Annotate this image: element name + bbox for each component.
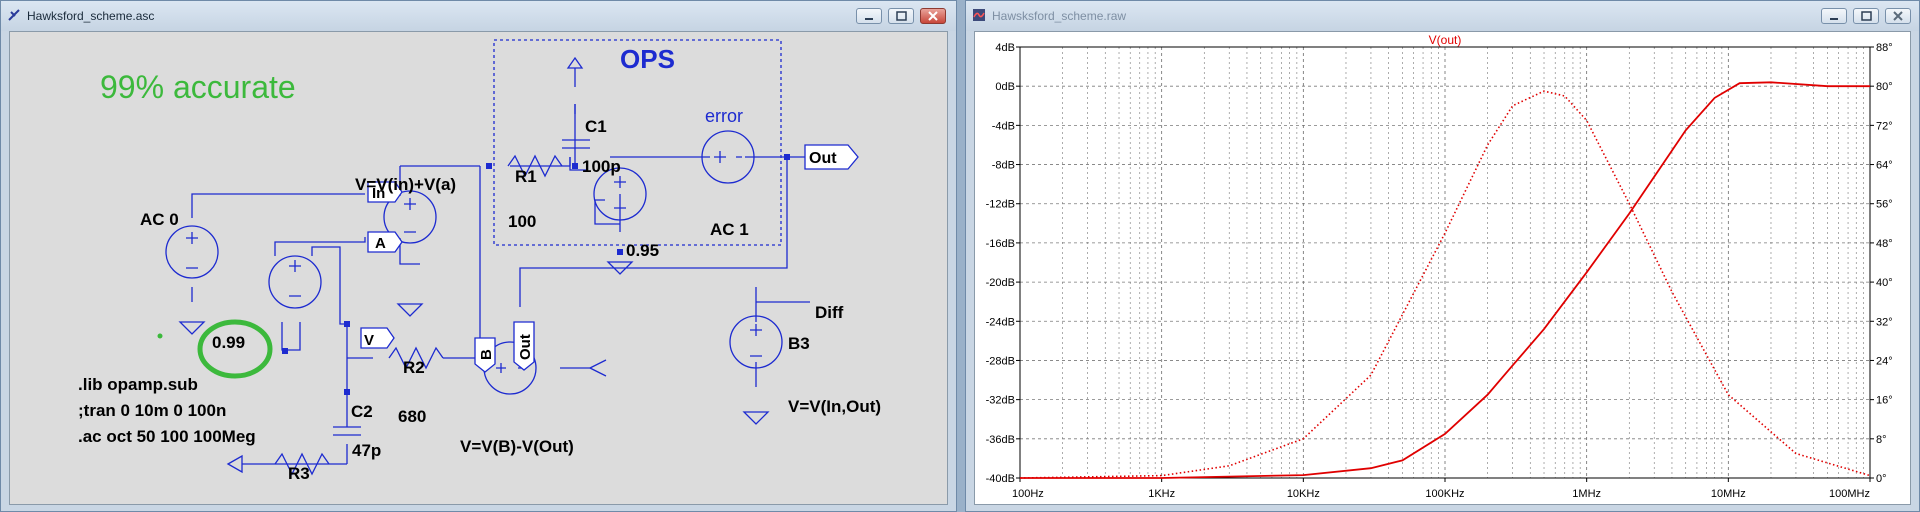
waveform-window-title: Hawsksford_scheme.raw	[992, 9, 1127, 23]
label-r3: R3	[288, 464, 310, 483]
y-left-tick-label: 0dB	[995, 81, 1015, 93]
y-right-tick-label: 80°	[1876, 81, 1893, 93]
y-right-tick-label: 72°	[1876, 120, 1893, 132]
spice-directive-lib[interactable]: .lib opamp.sub	[78, 375, 198, 394]
plot-grid	[1020, 47, 1870, 478]
y-left-tick-label: -16dB	[986, 238, 1015, 250]
close-icon	[928, 11, 938, 21]
error-source-label: error	[705, 106, 743, 126]
label-b3-expression: V=V(In,Out)	[788, 397, 881, 416]
label-r2: R2	[403, 358, 425, 377]
ops-group-label: OPS	[620, 44, 675, 74]
label-ac1: AC 1	[710, 220, 749, 239]
y-right-tick-label: 88°	[1876, 42, 1893, 54]
y-right-tick-label: 64°	[1876, 160, 1893, 172]
ltspice-app-icon	[8, 9, 20, 21]
waveform-app-icon	[973, 9, 985, 21]
y-right-tick-label: 40°	[1876, 277, 1893, 289]
spice-directive-tran[interactable]: ;tran 0 10m 0 100n	[78, 401, 226, 420]
plot-axes: 4dB 88° 0dB 80° -4dB 72° -8dB 64° -12dB 56° -16dB 4…	[986, 42, 1893, 500]
accuracy-annotation: 99% accurate	[100, 69, 296, 105]
net-label-v: V	[364, 332, 374, 349]
label-ac0: AC 0	[140, 210, 179, 229]
plot-close-button[interactable]	[1885, 8, 1911, 24]
y-left-tick-label: -12dB	[986, 199, 1015, 211]
x-tick-label: 10KHz	[1287, 488, 1320, 500]
maximize-button[interactable]	[888, 8, 914, 24]
capacitor-c2	[333, 426, 361, 436]
y-left-tick-label: -32dB	[986, 395, 1015, 407]
x-tick-label: 100MHz	[1829, 488, 1870, 500]
minimize-icon	[1830, 18, 1838, 20]
y-left-tick-label: -8dB	[992, 160, 1015, 172]
y-right-tick-label: 8°	[1876, 434, 1887, 446]
label-c2: C2	[351, 402, 373, 421]
schematic-canvas[interactable]: AC 0 R1 100 C1 100p 0.95 AC 1 V=V(in)+V(…	[9, 31, 948, 505]
y-left-tick-label: 4dB	[995, 42, 1015, 54]
schematic-window: Hawksford_scheme.asc AC 0 R1 100 C1 100p…	[0, 0, 957, 512]
x-tick-label: 100Hz	[1012, 488, 1044, 500]
x-tick-label: 1MHz	[1572, 488, 1601, 500]
close-button[interactable]	[920, 8, 946, 24]
x-tick-label: 100KHz	[1425, 488, 1464, 500]
close-icon	[1893, 11, 1903, 21]
net-label-diff: Diff	[815, 303, 844, 322]
label-r1: R1	[515, 167, 537, 186]
label-c1: C1	[585, 117, 607, 136]
schematic-drawing[interactable]: AC 0 R1 100 C1 100p 0.95 AC 1 V=V(in)+V(…	[10, 32, 948, 505]
plot-maximize-button[interactable]	[1853, 8, 1879, 24]
net-label-a: A	[375, 235, 386, 252]
plot-traces	[1019, 81, 1871, 479]
y-left-tick-label: -20dB	[986, 277, 1015, 289]
minimize-button[interactable]	[856, 8, 882, 24]
capacitor-c1	[562, 139, 590, 149]
label-gain-095: 0.95	[626, 241, 659, 260]
waveform-window: Hawsksford_scheme.raw V(out) 4dB 88° 0dB 80…	[965, 0, 1920, 512]
x-tick-label: 1KHz	[1148, 488, 1175, 500]
y-right-tick-label: 24°	[1876, 355, 1893, 367]
y-right-tick-label: 56°	[1876, 199, 1893, 211]
maximize-icon	[896, 11, 907, 21]
trace-label-vout[interactable]: V(out)	[1429, 33, 1462, 47]
y-left-tick-label: -24dB	[986, 316, 1015, 328]
label-c2-value: 47p	[352, 441, 381, 460]
y-right-tick-label: 16°	[1876, 395, 1893, 407]
net-label-b: B	[478, 349, 495, 360]
y-left-tick-label: -4dB	[992, 120, 1015, 132]
minimize-icon	[865, 18, 873, 20]
magnitude-trace	[1020, 81, 1870, 479]
maximize-icon	[1861, 11, 1872, 21]
y-left-tick-label: -40dB	[986, 473, 1015, 485]
out-port-label: Out	[809, 150, 837, 167]
plot-pane[interactable]: V(out) 4dB 88° 0dB 80° -4dB 72° -8dB 64° -12dB 56…	[974, 31, 1911, 505]
schematic-window-title: Hawksford_scheme.asc	[27, 9, 155, 23]
label-b3: B3	[788, 334, 810, 353]
x-tick-label: 10MHz	[1711, 488, 1746, 500]
label-r2-value: 680	[398, 407, 426, 426]
label-gain-099: 0.99	[212, 333, 245, 352]
y-left-tick-label: -28dB	[986, 355, 1015, 367]
net-label-out: Out	[517, 334, 534, 360]
waveform-titlebar[interactable]: Hawsksford_scheme.raw	[966, 1, 1919, 31]
net-label-in: In	[372, 185, 385, 202]
spice-directive-ac[interactable]: .ac oct 50 100 100Meg	[78, 427, 256, 446]
bode-plot[interactable]: V(out) 4dB 88° 0dB 80° -4dB 72° -8dB 64° -12dB 56…	[975, 32, 1911, 505]
label-r1-value: 100	[508, 212, 536, 231]
y-left-tick-label: -36dB	[986, 434, 1015, 446]
label-c1-value: 100p	[582, 157, 621, 176]
label-diff-expression: V=V(B)-V(Out)	[460, 437, 574, 456]
y-right-tick-label: 48°	[1876, 238, 1893, 250]
y-right-tick-label: 0°	[1876, 473, 1887, 485]
y-right-tick-label: 32°	[1876, 316, 1893, 328]
plot-minimize-button[interactable]	[1821, 8, 1847, 24]
label-sum-expression: V=V(in)+V(a)	[355, 175, 456, 194]
schematic-titlebar[interactable]: Hawksford_scheme.asc	[1, 1, 956, 31]
